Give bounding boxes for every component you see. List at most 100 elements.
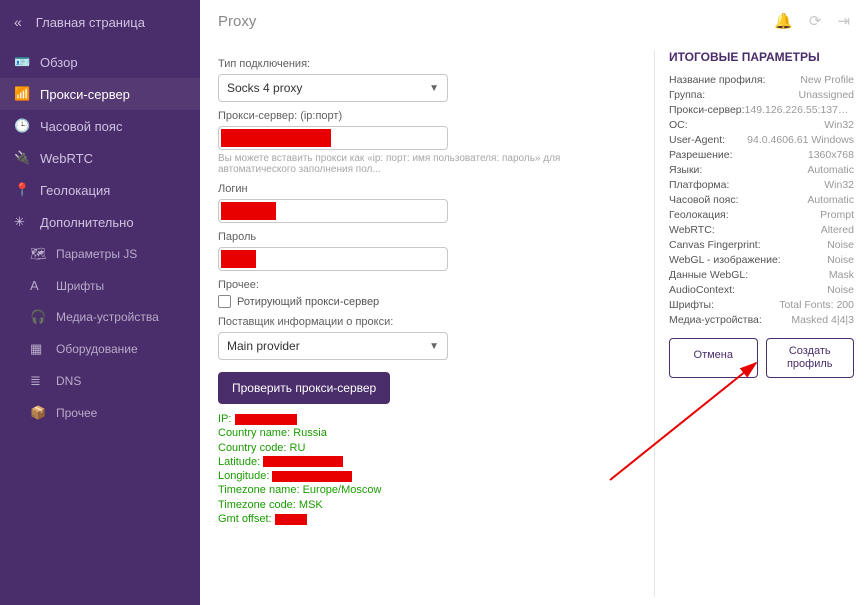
- login-input[interactable]: [221, 202, 276, 220]
- param-row: User-Agent:94.0.4606.61 Windows: [669, 134, 854, 146]
- param-row: Часовой пояс: Automatic: [669, 194, 854, 206]
- param-value: Win32: [824, 119, 854, 131]
- param-key: Прокси-сервер:: [669, 104, 745, 116]
- param-row: Медиа-устройства:Masked 4|4|3: [669, 314, 854, 326]
- proxy-server-input-wrapper: [218, 126, 448, 150]
- sidebar-sub: 🗺 Параметры JS A Шрифты 🎧 Медиа-устройст…: [0, 238, 200, 429]
- param-key: Медиа-устройства:: [669, 314, 762, 326]
- sidebar-item-js-params[interactable]: 🗺 Параметры JS: [16, 238, 200, 270]
- sidebar-item-other[interactable]: 📦 Прочее: [16, 397, 200, 429]
- param-key: Группа:: [669, 89, 705, 101]
- headphones-icon: 🎧: [30, 309, 56, 325]
- caret-down-icon: ▼: [429, 341, 439, 352]
- plug-icon: 🔌: [14, 150, 40, 166]
- param-row: Группа: Unassigned: [669, 89, 854, 101]
- password-input[interactable]: [221, 250, 256, 268]
- sidebar-item-proxy[interactable]: 📶 Прокси-сервер: [0, 78, 200, 110]
- sidebar-item-label: Обзор: [40, 55, 78, 70]
- param-key: Разрешение:: [669, 149, 733, 161]
- sidebar-item-label: Параметры JS: [56, 247, 137, 261]
- bell-icon[interactable]: 🔔: [774, 12, 793, 30]
- sidebar-item-advanced[interactable]: ✳ Дополнительно: [0, 206, 200, 238]
- sidebar-item-timezone[interactable]: 🕒 Часовой пояс: [0, 110, 200, 142]
- param-value: Mask: [829, 269, 854, 281]
- cancel-button[interactable]: Отмена: [669, 338, 758, 378]
- chevron-left-icon: «: [14, 14, 22, 30]
- proxy-results: IP: Country name: Russia Country code: R…: [218, 412, 638, 526]
- sidebar-home[interactable]: « Главная страница: [0, 8, 200, 46]
- summary-buttons: Отмена Создать профиль: [669, 338, 854, 378]
- map-icon: 🗺: [30, 246, 56, 262]
- result-gmt-offset: Gmt offset:: [218, 512, 638, 526]
- param-value: Unassigned: [799, 89, 854, 101]
- password-label: Пароль: [218, 231, 638, 243]
- param-value: Total Fonts: 200: [779, 299, 854, 311]
- provider-value: Main provider: [227, 339, 300, 353]
- sidebar-item-media[interactable]: 🎧 Медиа-устройства: [16, 301, 200, 333]
- param-row: Canvas Fingerprint: Noise: [669, 239, 854, 251]
- sidebar-home-label: Главная страница: [36, 15, 145, 30]
- param-row: Название профиля:New Profile: [669, 74, 854, 86]
- connection-type-value: Socks 4 proxy: [227, 81, 302, 95]
- param-key: Данные WebGL:: [669, 269, 748, 281]
- param-value: Noise: [827, 254, 854, 266]
- param-key: WebGL - изображение:: [669, 254, 781, 266]
- sidebar-item-dns[interactable]: ≣ DNS: [16, 365, 200, 397]
- proxy-hint: Вы можете вставить прокси как «ip: порт:…: [218, 153, 638, 175]
- redacted-lat: [263, 456, 343, 467]
- param-value: 94.0.4606.61 Windows: [747, 134, 854, 146]
- summary-params: Название профиля:New Profile Группа: Unass…: [669, 74, 854, 326]
- param-key: Шрифты:: [669, 299, 714, 311]
- checkbox-icon[interactable]: [218, 295, 231, 308]
- param-key: Canvas Fingerprint:: [669, 239, 761, 251]
- sidebar-item-fonts[interactable]: A Шрифты: [16, 270, 200, 301]
- form-column: Тип подключения: Socks 4 proxy ▼ Прокси-…: [218, 50, 654, 597]
- param-value: Prompt: [820, 209, 854, 221]
- connection-type-select[interactable]: Socks 4 proxy ▼: [218, 74, 448, 102]
- result-timezone-name: Timezone name: Europe/Moscow: [218, 483, 638, 497]
- param-value: 1360x768: [808, 149, 854, 161]
- refresh-icon[interactable]: ⟳: [809, 12, 822, 30]
- connection-type-label: Тип подключения:: [218, 58, 638, 70]
- param-key: Часовой пояс:: [669, 194, 739, 206]
- redacted-ip: [235, 414, 297, 425]
- check-proxy-button[interactable]: Проверить прокси-сервер: [218, 372, 390, 404]
- provider-select[interactable]: Main provider ▼: [218, 332, 448, 360]
- sidebar-item-overview[interactable]: 🪪 Обзор: [0, 46, 200, 78]
- sidebar-item-geo[interactable]: 📍 Геолокация: [0, 174, 200, 206]
- box-icon: 📦: [30, 405, 56, 421]
- result-country-name: Country name: Russia: [218, 426, 638, 440]
- param-value: Altered: [821, 224, 854, 236]
- redacted-lon: [272, 471, 352, 482]
- logout-icon[interactable]: ⇥: [837, 12, 850, 30]
- param-key: WebRTC:: [669, 224, 715, 236]
- pin-icon: 📍: [14, 182, 40, 198]
- param-key: Платформа:: [669, 179, 729, 191]
- param-row: WebRTC: Altered: [669, 224, 854, 236]
- param-value: Automatic: [807, 164, 854, 176]
- param-row: Геолокация:Prompt: [669, 209, 854, 221]
- param-value: Noise: [827, 239, 854, 251]
- create-profile-button[interactable]: Создать профиль: [766, 338, 855, 378]
- rotating-label: Ротирующий прокси-сервер: [237, 296, 379, 308]
- sidebar: « Главная страница 🪪 Обзор 📶 Прокси-серв…: [0, 0, 200, 605]
- sidebar-item-label: Шрифты: [56, 279, 104, 293]
- result-latitude: Latitude:: [218, 455, 638, 469]
- result-ip: IP:: [218, 412, 638, 426]
- param-key: Языки:: [669, 164, 702, 176]
- param-value: Noise: [827, 284, 854, 296]
- param-key: Название профиля:: [669, 74, 765, 86]
- param-key: AudioContext:: [669, 284, 735, 296]
- result-country-code: Country code: RU: [218, 441, 638, 455]
- sidebar-item-webrtc[interactable]: 🔌 WebRTC: [0, 142, 200, 174]
- topbar-icons: 🔔 ⟳ ⇥: [774, 12, 850, 30]
- sidebar-item-label: Медиа-устройства: [56, 310, 159, 324]
- wifi-icon: 📶: [14, 86, 40, 102]
- sidebar-item-hardware[interactable]: ▦ Оборудование: [16, 333, 200, 365]
- rotating-checkbox-row[interactable]: Ротирующий прокси-сервер: [218, 295, 638, 308]
- proxy-server-input[interactable]: [221, 129, 331, 147]
- param-row: Платформа:Win32: [669, 179, 854, 191]
- param-value: Automatic: [807, 194, 854, 206]
- app-root: « Главная страница 🪪 Обзор 📶 Прокси-серв…: [0, 0, 868, 605]
- login-input-wrapper: [218, 199, 448, 223]
